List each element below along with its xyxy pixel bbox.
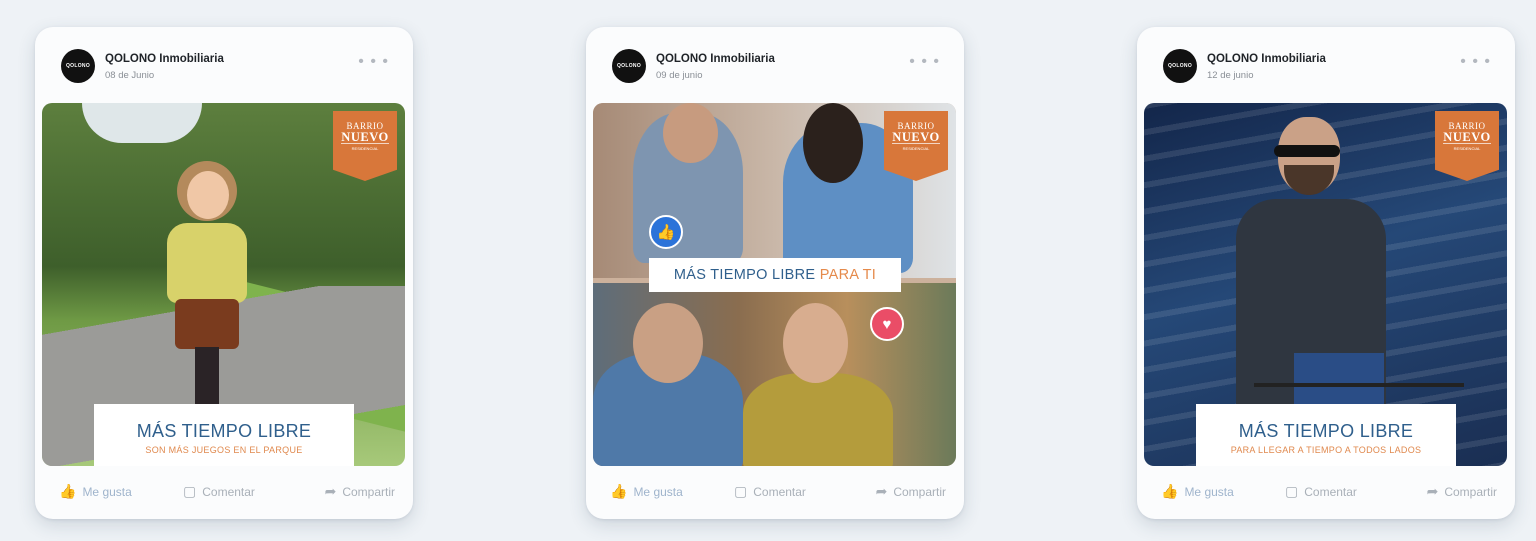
barrio-nuevo-badge: BARRIO NUEVO RESIDENCIAL (1435, 111, 1499, 181)
barrio-nuevo-badge: BARRIO NUEVO RESIDENCIAL (884, 111, 948, 181)
post-actions: 👍 Me gusta ▢ Comentar ➦ Compartir (1161, 483, 1497, 503)
badge-line2: NUEVO (892, 130, 940, 144)
post-date: 12 de junio (1207, 70, 1254, 81)
post-caption: MÁS TIEMPO LIBRE PARA TI (649, 258, 901, 292)
like-button[interactable]: 👍 Me gusta (610, 483, 683, 500)
comment-icon: ▢ (183, 483, 197, 499)
like-button[interactable]: 👍 Me gusta (1161, 483, 1234, 500)
caption-title: MÁS TIEMPO LIBRE (136, 421, 312, 441)
badge-line2: NUEVO (1443, 130, 1491, 144)
badge-line3: RESIDENCIAL (1453, 146, 1481, 151)
share-button[interactable]: ➦ Compartir (1427, 483, 1497, 500)
share-label: Compartir (342, 484, 395, 499)
share-arrow-icon: ➦ (324, 483, 337, 499)
bicycle (1254, 343, 1464, 387)
post-card-1: QOLONO QOLONO Inmobiliaria 08 de Junio •… (35, 27, 413, 519)
comment-label: Comentar (202, 484, 255, 499)
girl-figure (157, 161, 257, 411)
comment-label: Comentar (1304, 484, 1357, 499)
thumbs-up-reaction-icon: 👍 (649, 215, 683, 249)
more-dots-icon[interactable]: • • • (1460, 54, 1491, 70)
avatar[interactable]: QOLONO (612, 49, 646, 83)
post-header: QOLONO QOLONO Inmobiliaria 09 de junio •… (612, 49, 944, 85)
share-button[interactable]: ➦ Compartir (876, 483, 946, 500)
caption-subtitle: PARA LLEGAR A TIEMPO A TODOS LADOS (1230, 445, 1422, 455)
thumbs-up-icon: 👍 (1161, 483, 1179, 499)
heart-reaction-icon: ♥ (870, 307, 904, 341)
badge-line1: BARRIO (897, 121, 935, 131)
share-label: Compartir (893, 484, 946, 499)
thumbs-up-icon: 👍 (610, 483, 628, 499)
post-header: QOLONO QOLONO Inmobiliaria 08 de Junio •… (61, 49, 393, 85)
post-image[interactable]: BARRIO NUEVO RESIDENCIAL MÁS TIEMPO LIBR… (1144, 103, 1507, 466)
share-arrow-icon: ➦ (875, 483, 888, 499)
badge-line2: NUEVO (341, 130, 389, 144)
more-dots-icon[interactable]: • • • (909, 54, 940, 70)
thumbs-up-icon: 👍 (59, 483, 77, 499)
comment-icon: ▢ (734, 483, 748, 499)
post-date: 08 de Junio (105, 70, 155, 81)
like-button[interactable]: 👍 Me gusta (59, 483, 132, 500)
caption-highlight: PARA TI (819, 267, 877, 283)
badge-line3: RESIDENCIAL (351, 146, 379, 151)
page-name[interactable]: QOLONO Inmobiliaria (1207, 53, 1326, 65)
comment-button[interactable]: ▢ Comentar (183, 483, 255, 500)
caption-title: MÁS TIEMPO LIBRE (1238, 421, 1414, 441)
like-label: Me gusta (633, 484, 683, 499)
post-actions: 👍 Me gusta ▢ Comentar ➦ Compartir (610, 483, 946, 503)
post-actions: 👍 Me gusta ▢ Comentar ➦ Compartir (59, 483, 395, 503)
barrio-nuevo-badge: BARRIO NUEVO RESIDENCIAL (333, 111, 397, 181)
post-image[interactable]: BARRIO NUEVO RESIDENCIAL MÁS TIEMPO LIBR… (42, 103, 405, 466)
share-arrow-icon: ➦ (1426, 483, 1439, 499)
caption-title: MÁS TIEMPO LIBRE (673, 267, 816, 283)
comment-label: Comentar (753, 484, 806, 499)
page-name[interactable]: QOLONO Inmobiliaria (105, 53, 224, 65)
post-caption: MÁS TIEMPO LIBRE PARA LLEGAR A TIEMPO A … (1196, 404, 1456, 466)
post-card-2: QOLONO QOLONO Inmobiliaria 09 de junio •… (586, 27, 964, 519)
post-date: 09 de junio (656, 70, 703, 81)
post-header: QOLONO QOLONO Inmobiliaria 12 de junio •… (1163, 49, 1495, 85)
badge-line1: BARRIO (1448, 121, 1486, 131)
more-dots-icon[interactable]: • • • (358, 54, 389, 70)
avatar[interactable]: QOLONO (61, 49, 95, 83)
share-button[interactable]: ➦ Compartir (325, 483, 395, 500)
post-image[interactable]: 👍 ♥ MÁS TIEMPO LIBRE PARA TI BARRIO NUEV… (593, 103, 956, 466)
badge-line1: BARRIO (346, 121, 384, 131)
comment-icon: ▢ (1285, 483, 1299, 499)
post-caption: MÁS TIEMPO LIBRE SON MÁS JUEGOS EN EL PA… (94, 404, 354, 466)
avatar[interactable]: QOLONO (1163, 49, 1197, 83)
caption-subtitle: SON MÁS JUEGOS EN EL PARQUE (145, 445, 303, 455)
comment-button[interactable]: ▢ Comentar (1285, 483, 1357, 500)
like-label: Me gusta (82, 484, 132, 499)
like-label: Me gusta (1184, 484, 1234, 499)
page-name[interactable]: QOLONO Inmobiliaria (656, 53, 775, 65)
comment-button[interactable]: ▢ Comentar (734, 483, 806, 500)
badge-line3: RESIDENCIAL (902, 146, 930, 151)
share-label: Compartir (1444, 484, 1497, 499)
post-card-3: QOLONO QOLONO Inmobiliaria 12 de junio •… (1137, 27, 1515, 519)
